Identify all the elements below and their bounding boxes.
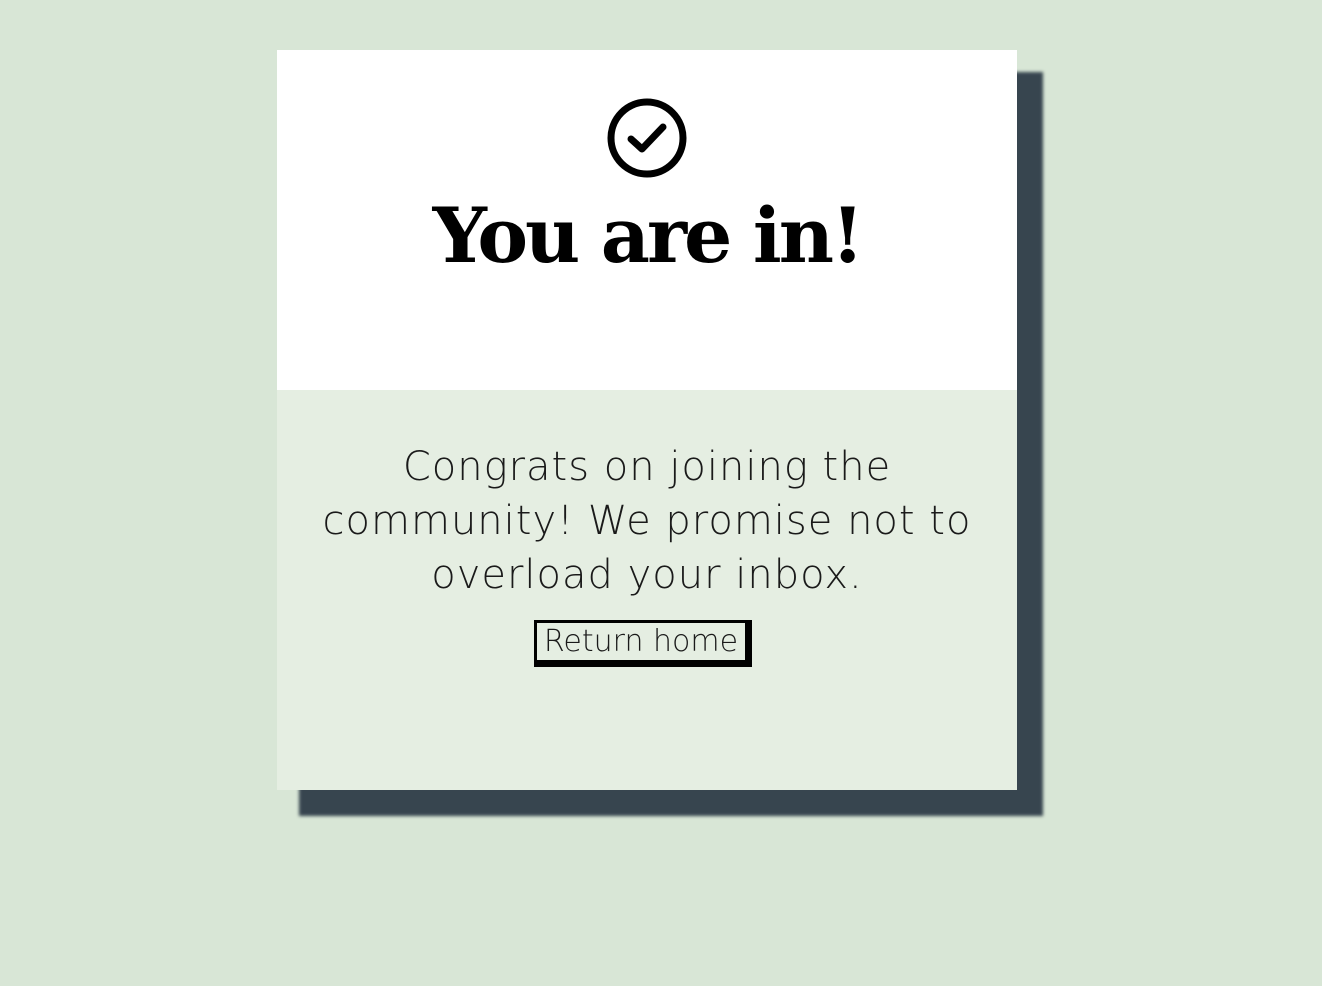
page-title: You are in! — [432, 191, 865, 280]
confirmation-card: You are in! Congrats on joining the comm… — [277, 50, 1017, 790]
card-header: You are in! — [277, 50, 1017, 390]
check-circle-icon — [607, 98, 687, 178]
confirmation-message: Congrats on joining the community! We pr… — [322, 444, 972, 598]
return-home-button[interactable]: Return home — [534, 620, 752, 667]
